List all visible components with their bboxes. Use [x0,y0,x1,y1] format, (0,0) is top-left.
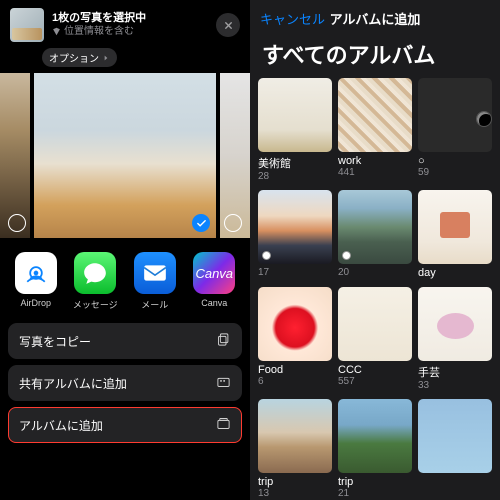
album-thumbnail [258,399,332,473]
album-count: 28 [258,171,332,182]
picker-title: アルバムに追加 [330,9,421,28]
album-name: 美術館 [258,155,332,171]
album-icon [216,416,231,434]
album-item[interactable]: Food6 [258,287,332,391]
album-count: 17 [258,267,332,278]
app-label: メッセージ [73,298,118,311]
selection-circle[interactable] [224,214,242,232]
album-item[interactable]: 美術館28 [258,78,332,182]
app-label: AirDrop [20,298,51,308]
action-album[interactable]: アルバムに追加 [8,407,242,443]
options-button[interactable]: オプション [42,48,117,67]
album-count: 20 [338,267,412,278]
album-thumbnail [418,287,492,361]
selection-checkmark[interactable] [192,214,210,232]
share-location-subtitle: 位置情報を含む [52,26,208,38]
album-thumbnail [258,78,332,152]
action-label: アルバムに追加 [19,417,103,434]
album-name: ○ [418,155,492,167]
album-thumbnail [338,399,412,473]
album-item[interactable]: ○59 [418,78,492,182]
album-count: 13 [258,488,332,499]
album-name: trip [338,476,412,488]
shared-album-icon [216,374,231,392]
selection-circle[interactable] [8,214,26,232]
share-app-mail[interactable]: メール [130,252,180,311]
album-count: 21 [338,488,412,499]
album-thumbnail [338,190,412,264]
share-thumbnail [10,8,44,42]
album-item[interactable]: trip21 [338,399,412,499]
album-item[interactable]: day [418,190,492,279]
album-item[interactable]: 20 [338,190,412,279]
photo-strip[interactable] [0,73,250,238]
album-count: 6 [258,376,332,387]
album-item[interactable]: trip13 [258,399,332,499]
close-icon [223,20,234,31]
action-shared-album[interactable]: 共有アルバムに追加 [8,365,242,401]
album-thumbnail [338,287,412,361]
share-sheet-pane: 1枚の写真を選択中 位置情報を含む オプション [0,0,250,500]
album-item[interactable] [418,399,492,499]
album-count: 557 [338,376,412,387]
album-picker-pane: キャンセル アルバムに追加 すべてのアルバム 美術館28work441○5917… [250,0,500,500]
album-item[interactable]: CCC557 [338,287,412,391]
airdrop-icon [15,252,57,294]
album-name: day [418,267,492,279]
share-apps-row: AirDrop メッセージ メール Canva Canva [0,238,250,323]
album-thumbnail [418,78,492,152]
photo-item[interactable] [0,73,30,238]
share-app-airdrop[interactable]: AirDrop [11,252,61,311]
album-item[interactable]: 17 [258,190,332,279]
album-thumbnail [338,78,412,152]
album-thumbnail [258,287,332,361]
share-selection-title: 1枚の写真を選択中 [52,12,208,25]
dot-indicator [342,251,351,260]
msg-icon [74,252,116,294]
share-title-wrap: 1枚の写真を選択中 位置情報を含む [52,12,208,37]
album-count: 59 [418,167,492,178]
albums-heading: すべてのアルバム [250,34,500,78]
album-thumbnail [418,399,492,473]
action-label: 共有アルバムに追加 [19,375,127,392]
share-app-msg[interactable]: メッセージ [70,252,120,311]
location-icon [52,27,61,36]
mail-icon [134,252,176,294]
album-name: Food [258,364,332,376]
canva-icon: Canva [193,252,235,294]
close-button[interactable] [216,13,240,37]
album-name: 手芸 [418,364,492,380]
app-label: Canva [201,298,227,308]
album-name: work [338,155,412,167]
album-thumbnail [258,190,332,264]
dot-indicator [262,251,271,260]
photo-item[interactable] [220,73,250,238]
action-copy[interactable]: 写真をコピー [8,323,242,359]
album-name: trip [258,476,332,488]
picker-header: キャンセル アルバムに追加 [250,0,500,34]
copy-icon [216,332,231,350]
share-header: 1枚の写真を選択中 位置情報を含む [0,0,250,48]
album-item[interactable]: 手芸33 [418,287,492,391]
album-count: 33 [418,380,492,391]
action-list: 写真をコピー共有アルバムに追加アルバムに追加 [0,323,250,443]
share-app-canva[interactable]: Canva Canva [189,252,239,311]
album-item[interactable]: work441 [338,78,412,182]
album-grid[interactable]: 美術館28work441○591720dayFood6CCC557手芸33tri… [250,78,500,500]
photo-item-selected[interactable] [34,73,216,238]
album-thumbnail [418,190,492,264]
cancel-button[interactable]: キャンセル [260,9,325,28]
album-count: 441 [338,167,412,178]
check-icon [196,218,207,229]
app-label: メール [141,298,168,311]
album-name: CCC [338,364,412,376]
chevron-right-icon [102,54,110,62]
action-label: 写真をコピー [19,333,91,350]
